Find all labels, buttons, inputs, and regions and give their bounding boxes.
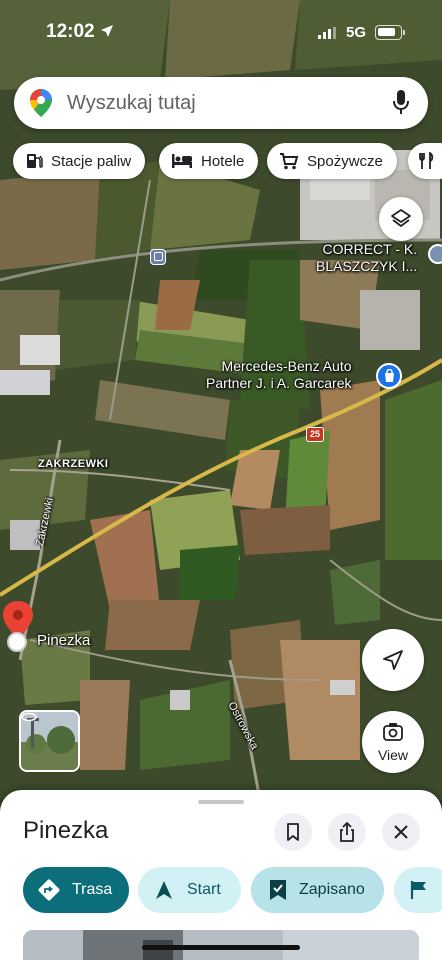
google-maps-pin-icon <box>30 89 52 117</box>
chip-grocery-label: Spożywcze <box>307 152 383 170</box>
poi-mercedes-line2: Partner J. i A. Garcarek <box>206 375 352 391</box>
chip-hotels-label: Hotele <box>201 152 245 170</box>
village-label: ZAKRZEWKI <box>38 458 109 470</box>
fork-knife-icon <box>419 152 434 169</box>
location-arrow-icon <box>101 25 113 37</box>
signal-icon <box>318 27 336 39</box>
chip-hotels[interactable]: Hotele <box>159 143 259 179</box>
poi-marker-icon[interactable] <box>428 244 442 264</box>
poi-correct-line1: CORRECT - K. <box>322 241 418 257</box>
chip-fuel-label: Stacje paliw <box>51 152 132 170</box>
search-input[interactable]: Wyszukaj tutaj <box>67 92 196 115</box>
saved-label: Zapisano <box>299 881 365 898</box>
directions-button[interactable]: Trasa <box>23 867 129 913</box>
bed-icon <box>172 154 192 168</box>
status-bar: 12:02 5G <box>0 0 442 62</box>
train-station-icon[interactable] <box>150 249 166 265</box>
poi-label-correct[interactable]: CORRECT - K. BLASZCZYK I... <box>316 241 417 275</box>
poi-label-mercedes[interactable]: Mercedes-Benz Auto Partner J. i A. Garca… <box>206 358 352 392</box>
drag-handle[interactable] <box>198 800 244 804</box>
place-title: Pinezka <box>23 817 109 844</box>
chip-fuel[interactable]: Stacje paliw <box>13 143 146 179</box>
chip-grocery[interactable]: Spożywcze <box>267 143 397 179</box>
view-label: View <box>377 747 409 763</box>
start-label: Start <box>187 881 221 898</box>
layers-button[interactable] <box>379 197 423 241</box>
battery-level <box>378 28 395 36</box>
status-time: 12:02 <box>46 21 95 42</box>
poi-correct-line2: BLASZCZYK I... <box>316 258 418 274</box>
save-button[interactable] <box>274 813 312 851</box>
navigation-icon <box>156 881 172 899</box>
network-type: 5G <box>346 24 367 41</box>
camera-rotate-icon <box>383 723 403 741</box>
street-view-thumbnail[interactable] <box>19 710 80 772</box>
fuel-pump-icon <box>27 154 43 168</box>
share-icon <box>340 822 354 842</box>
home-indicator[interactable] <box>142 945 300 950</box>
road-shield-25: 25 <box>306 427 324 442</box>
place-bottom-sheet[interactable]: Pinezka Trasa Start Zapisano <box>0 790 442 960</box>
navigation-arrow-icon <box>383 650 403 670</box>
shopping-bag-icon[interactable] <box>376 363 402 389</box>
microphone-icon[interactable] <box>392 90 410 116</box>
poi-mercedes-line1: Mercedes-Benz Auto <box>221 358 352 374</box>
search-bar[interactable]: Wyszukaj tutaj <box>14 77 428 129</box>
start-button[interactable]: Start <box>138 867 241 913</box>
flag-icon <box>410 881 426 899</box>
chip-restaurants[interactable] <box>408 143 442 179</box>
close-button[interactable] <box>382 813 420 851</box>
share-button[interactable] <box>328 813 366 851</box>
directions-label: Trasa <box>72 881 113 898</box>
flag-button[interactable] <box>394 867 442 913</box>
shopping-cart-icon <box>280 153 299 170</box>
pin-location-dot <box>7 632 27 652</box>
layers-icon <box>391 209 411 227</box>
my-location-button[interactable] <box>362 629 424 691</box>
view-button[interactable]: View <box>362 711 424 773</box>
360-rotate-icon <box>21 712 37 722</box>
bookmark-icon <box>287 823 299 841</box>
bookmark-check-icon <box>270 880 286 900</box>
battery-icon <box>375 25 405 40</box>
directions-icon <box>38 879 60 901</box>
close-icon <box>394 825 408 839</box>
category-chips: Stacje paliw Hotele Spożywcze <box>0 143 442 179</box>
saved-button[interactable]: Zapisano <box>251 867 384 913</box>
pin-label[interactable]: Pinezka <box>37 632 90 649</box>
